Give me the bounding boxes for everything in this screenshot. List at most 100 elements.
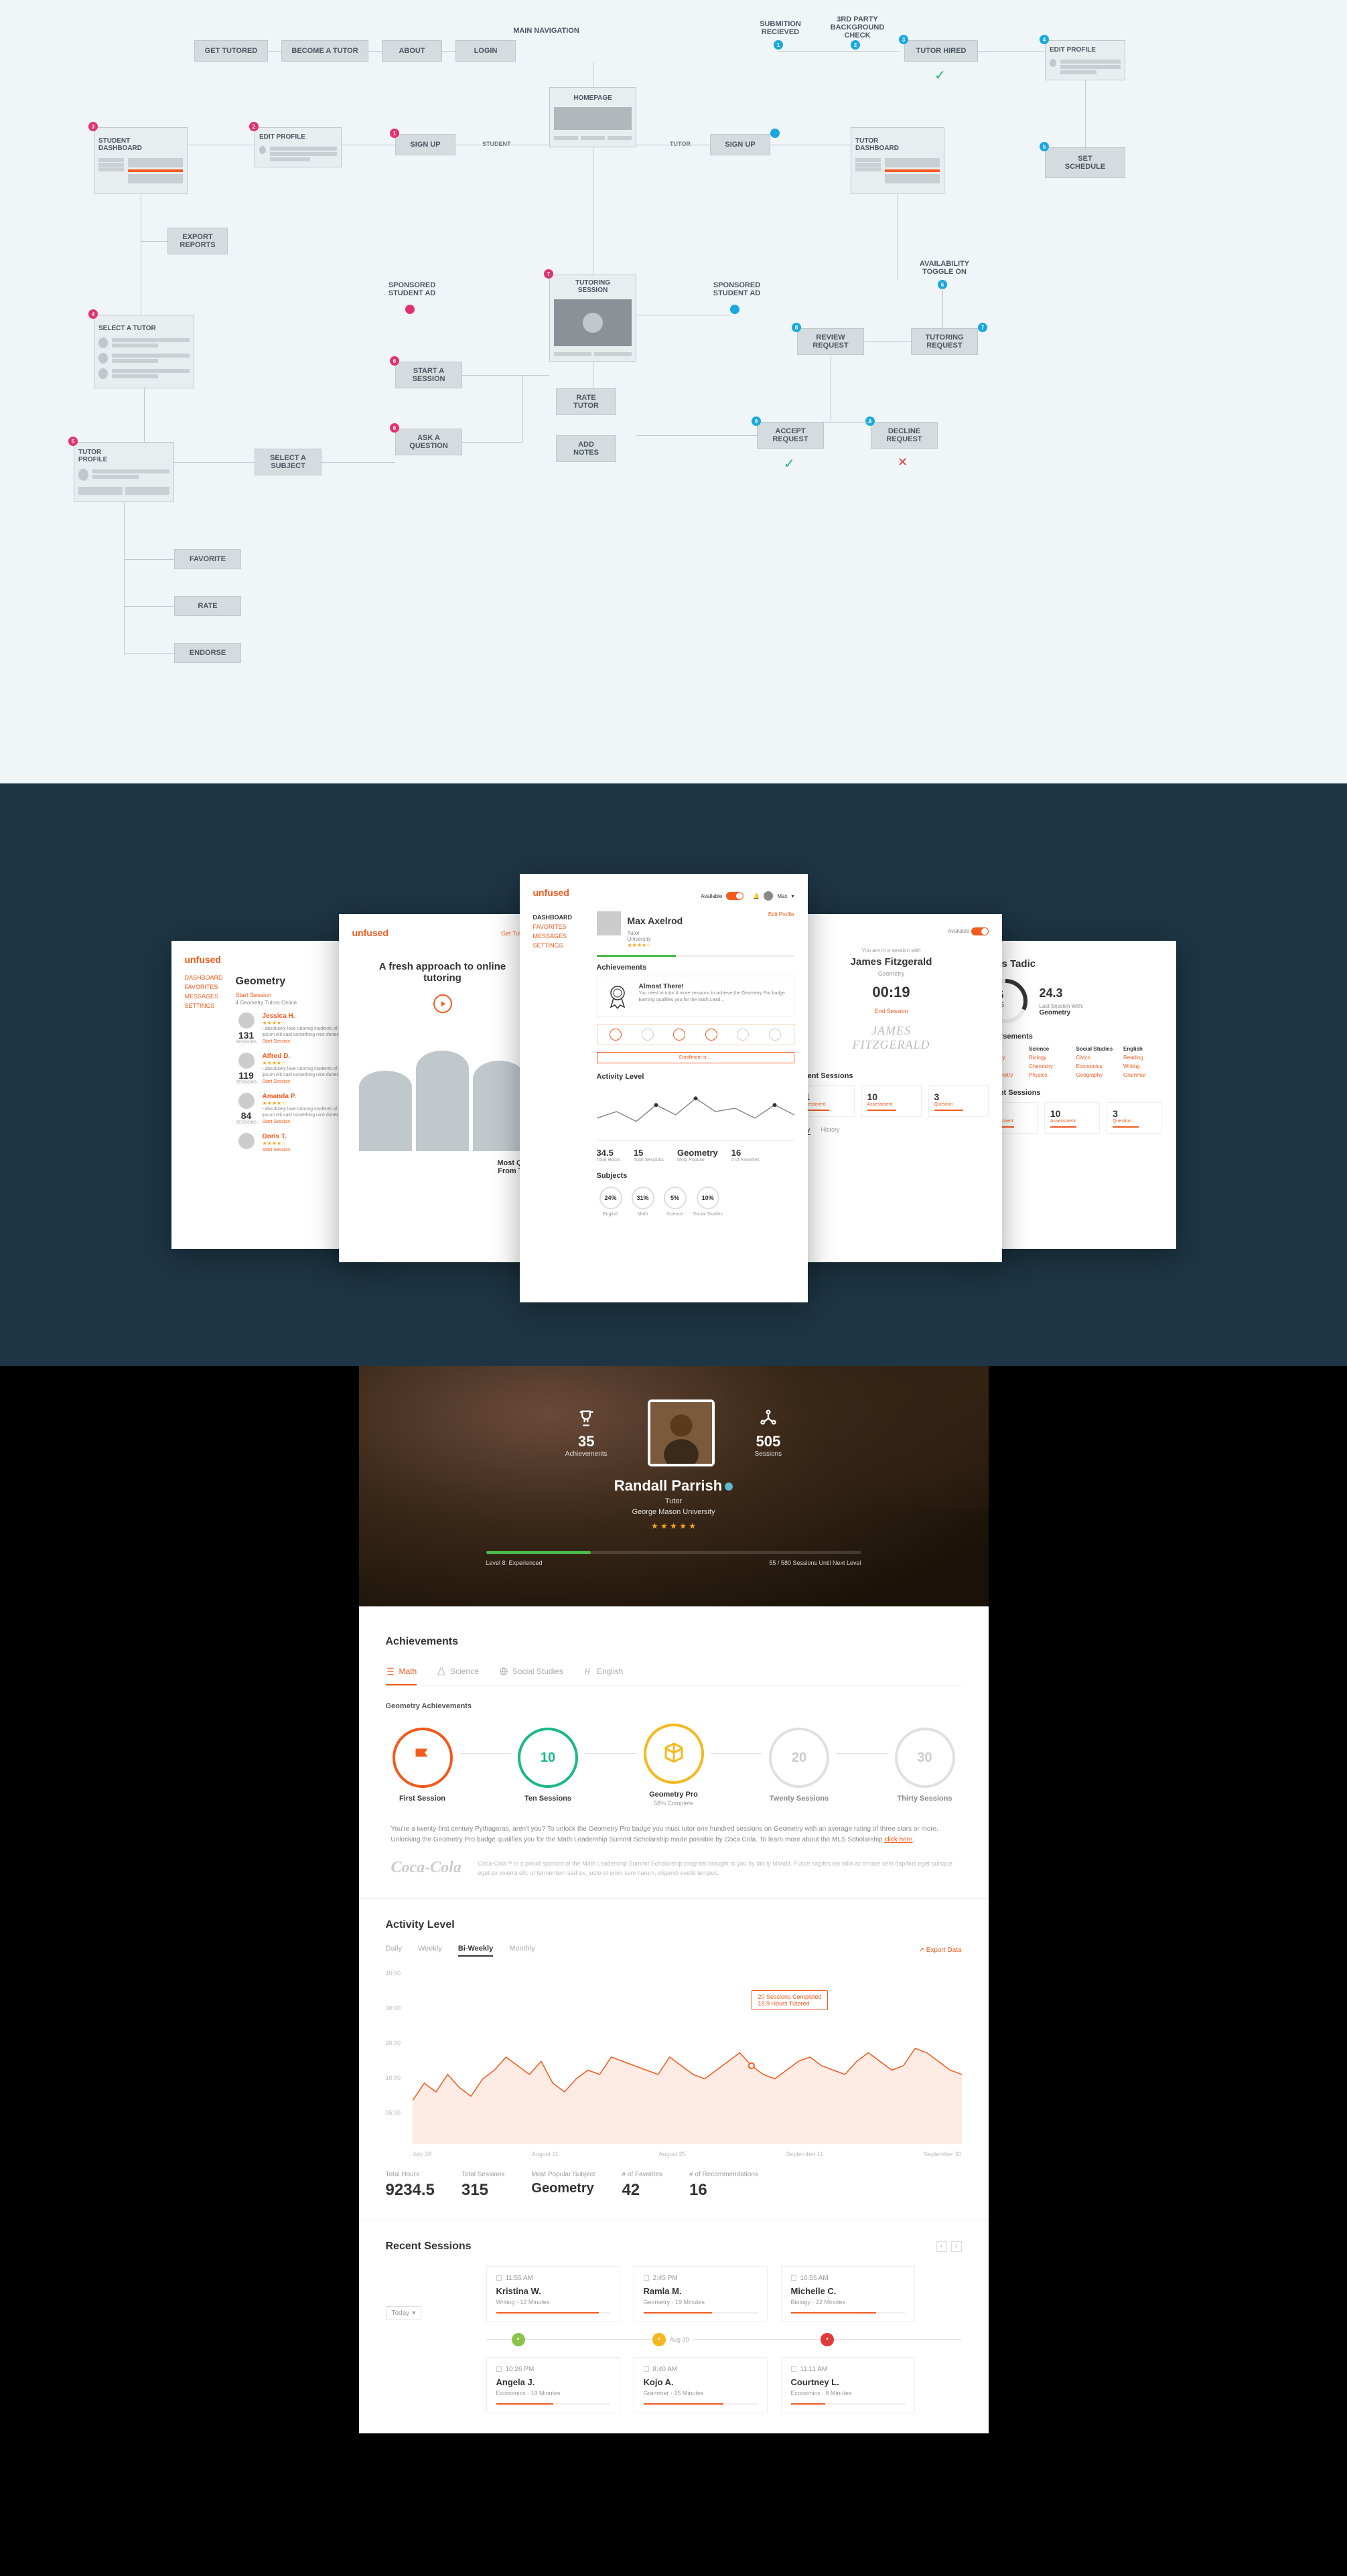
node-student-dashboard: STUDENT DASHBOARD <box>94 127 188 194</box>
availability-toggle[interactable] <box>726 892 743 900</box>
export-data-link[interactable]: ↗ Export Data <box>919 1947 962 1954</box>
main-nav-heading: MAIN NAVIGATION <box>446 27 647 35</box>
activity-tab-daily[interactable]: Daily <box>386 1945 402 1957</box>
achievement-disclaimer: You're a twenty-first century Pythagoras… <box>386 1824 962 1845</box>
session-card[interactable]: 10:55 AMMichelle C.Biology · 22 Minutes <box>781 2266 915 2322</box>
check-icon-2: ✓ <box>784 455 795 472</box>
sessions-timeline: ••Aug 30• <box>486 2333 962 2346</box>
achievement-badges: First Session 10Ten Sessions Geometry Pro5… <box>386 1724 962 1807</box>
trophy-icon <box>577 1408 595 1427</box>
dot-p7: 7 <box>544 269 553 279</box>
dot-p6a: 6 <box>390 356 399 366</box>
stat-most-popular-subject: Most Popular SubjectGeometry <box>531 2171 595 2200</box>
badge-strip <box>597 1024 794 1045</box>
tab-science[interactable]: Science <box>437 1661 479 1685</box>
level-progress-text: 55 / 580 Sessions Until Next Level <box>769 1560 861 1566</box>
session-card[interactable]: 2:45 PMRamla M.Geometry · 19 Minutes <box>634 2266 768 2322</box>
badge-ten-sessions: 10Ten Sessions <box>511 1728 585 1803</box>
mockups-section: unfused DASHBOARD FAVORITES MESSAGES SET… <box>0 783 1347 1366</box>
dot-b9a: 9 <box>752 416 761 426</box>
dot-b0 <box>770 129 780 138</box>
dot-p4: 4 <box>88 309 98 319</box>
session-card[interactable]: 10:26 PMAngela J.Economics · 19 Minutes <box>486 2357 620 2413</box>
node-favorite: FAVORITE <box>174 549 241 569</box>
dot-p1: 1 <box>390 129 399 138</box>
node-edit-profile-r: EDIT PROFILE <box>1045 40 1125 80</box>
verified-icon <box>725 1483 733 1491</box>
profile-hero: 35 Achievements 505 Sessions Randall Par… <box>359 1366 989 1606</box>
session-student: James Fitzgerald <box>821 956 962 968</box>
mock-session: Available You are in a session with Jame… <box>781 914 1002 1262</box>
node-sponsored-l: SPONSORED STUDENT AD <box>378 281 445 297</box>
tab-math[interactable]: Math <box>386 1661 417 1685</box>
stat-total-sessions: Total Sessions315 <box>462 2171 504 2200</box>
achievements-title: Achievements <box>386 1636 962 1648</box>
side-favorites[interactable]: FAVORITES <box>185 984 225 990</box>
session-card[interactable]: 11:55 AMKristina W.Writing · 12 Minutes <box>486 2266 620 2322</box>
side-messages[interactable]: MESSAGES <box>185 993 225 1000</box>
profile-name: Max Axelrod <box>628 915 762 926</box>
session-card[interactable]: 11:11 AMCourtney L.Economics · 8 Minutes <box>781 2357 915 2413</box>
menu-favorites[interactable]: FAVORITES <box>533 923 583 930</box>
node-rate: RATE <box>174 596 241 616</box>
dot-p3: 3 <box>88 122 98 131</box>
badge-first-session: First Session <box>386 1728 459 1803</box>
today-selector[interactable]: Today ▾ <box>386 2306 422 2320</box>
edit-profile-link[interactable]: Edit Profile <box>768 911 794 917</box>
subject-label: Geometry Achievements <box>386 1702 962 1710</box>
side-dashboard[interactable]: DASHBOARD <box>185 974 225 981</box>
menu-dashboard[interactable]: DASHBOARD <box>533 914 583 921</box>
node-tutor-profile: TUTOR PROFILE <box>74 442 174 502</box>
side-settings[interactable]: SETTINGS <box>185 1002 225 1009</box>
node-bg-check: 3RD PARTY BACKGROUND CHECK <box>824 15 891 40</box>
tab-social-studies[interactable]: Social Studies <box>499 1661 563 1685</box>
badge-geometry-pro: Geometry Pro58% Complete <box>637 1724 711 1807</box>
flowchart-section: MAIN NAVIGATION GET TUTORED BECOME A TUT… <box>0 0 1347 783</box>
profile-school: George Mason University <box>359 1508 989 1516</box>
node-review-request: REVIEW REQUEST <box>797 328 864 355</box>
activity-panel: Activity Level DailyWeeklyBi-WeeklyMonth… <box>359 1899 989 2220</box>
node-select-subject: SELECT A SUBJECT <box>255 449 322 475</box>
menu-settings[interactable]: SETTINGS <box>533 942 583 949</box>
activity-tab-weekly[interactable]: Weekly <box>418 1945 442 1957</box>
mock-dashboard: unfused Available 🔔 Max ▾ DASHBOARD FAVO… <box>520 874 808 1302</box>
stat--of-recommendations: # of Recommendations16 <box>689 2171 758 2200</box>
menu-messages[interactable]: MESSAGES <box>533 933 583 939</box>
dot-b7: 7 <box>978 323 987 332</box>
node-homepage: HOMEPAGE <box>549 87 636 147</box>
node-export: EXPORT REPORTS <box>167 228 228 254</box>
pager-next[interactable]: › <box>951 2241 962 2252</box>
node-ask-question: ASK A QUESTION <box>395 429 462 455</box>
stat--of-favorites: # of Favorites42 <box>622 2171 662 2200</box>
node-set-schedule: SET SCHEDULE <box>1045 147 1125 178</box>
node-availability: AVAILABILITY TOGGLE ON <box>911 260 978 276</box>
stat-sessions: 505 Sessions <box>755 1408 782 1458</box>
session-card[interactable]: 8:40 AMKojo A.Grammar · 25 Minutes <box>634 2357 768 2413</box>
dot-1: 1 <box>774 40 783 50</box>
node-endorse: ENDORSE <box>174 643 241 663</box>
dot-p6b: 6 <box>390 423 399 433</box>
badge-twenty-sessions: 20Twenty Sessions <box>762 1728 836 1803</box>
end-session-link[interactable]: End Session <box>821 1008 962 1014</box>
pager-prev[interactable]: ‹ <box>936 2241 947 2252</box>
node-tutoring-request: TUTORING REQUEST <box>911 328 978 355</box>
disclaimer-link[interactable]: click here <box>884 1836 912 1843</box>
label-student: STUDENT <box>482 141 511 147</box>
node-submission: SUBMITION RECIEVED <box>750 20 810 36</box>
node-tutor-hired: TUTOR HIRED <box>904 40 978 62</box>
dot-2: 2 <box>851 40 860 50</box>
check-icon: ✓ <box>934 67 946 84</box>
node-about: ABOUT <box>382 40 442 62</box>
node-accept: ACCEPT REQUEST <box>757 422 824 449</box>
activity-tab-monthly[interactable]: Monthly <box>509 1945 535 1957</box>
mini-chart <box>597 1085 794 1138</box>
activity-tab-bi-weekly[interactable]: Bi-Weekly <box>458 1945 493 1957</box>
tab-english[interactable]: English <box>583 1661 623 1685</box>
dot-sp-l <box>405 305 415 314</box>
activity-chart: 40:0030:0020:0010:0005:00 20 Sessions Co… <box>386 1970 962 2144</box>
session-timer: 00:19 <box>821 984 962 1001</box>
node-tutoring-session: TUTORING SESSION <box>549 275 636 362</box>
dot-p2: 2 <box>249 122 259 131</box>
profile-role: Tutor <box>359 1497 989 1505</box>
node-rate-tutor: RATE TUTOR <box>556 388 616 415</box>
